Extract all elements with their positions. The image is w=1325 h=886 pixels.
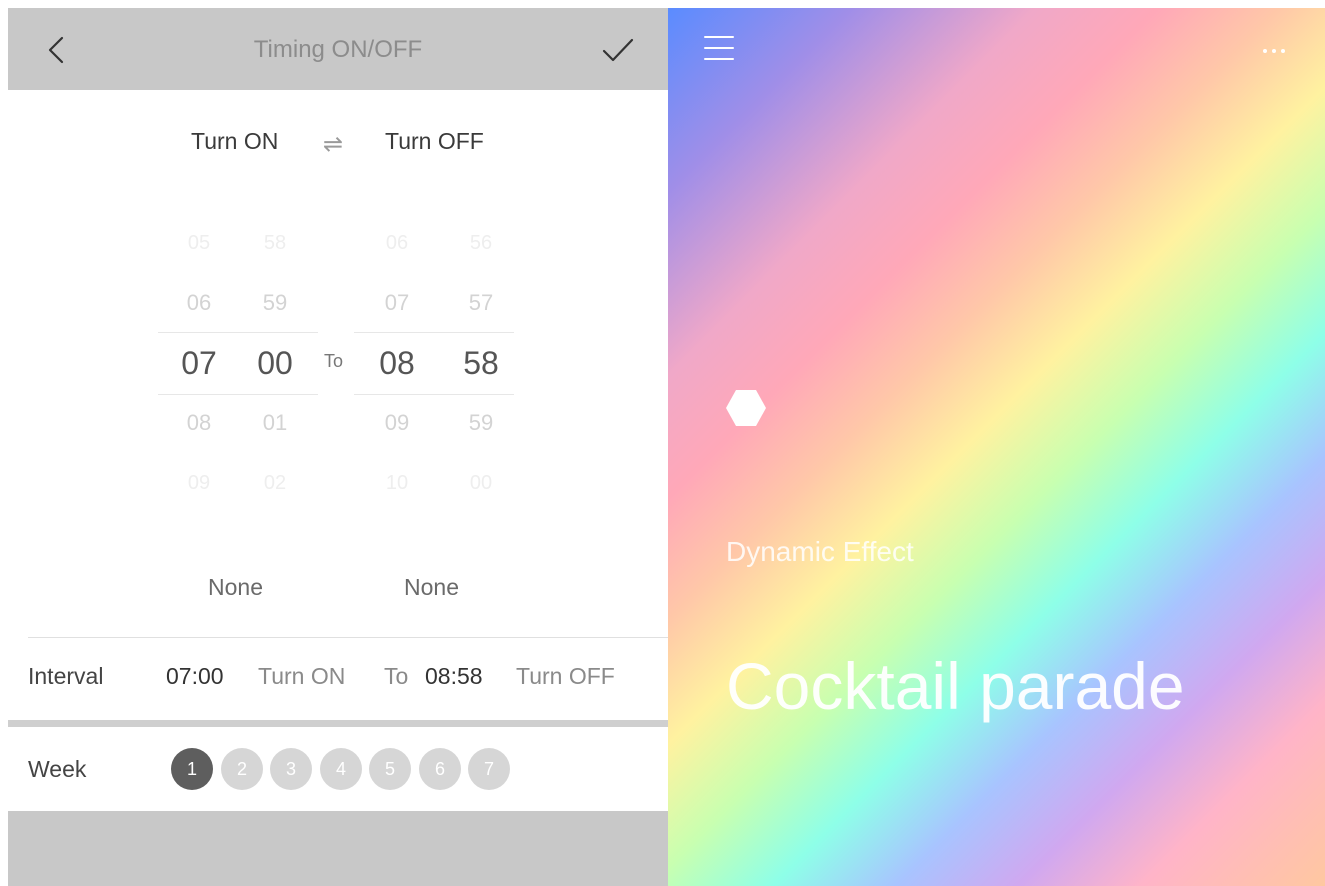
off-hour-option: 09 bbox=[384, 410, 410, 435]
picker-to-label: To bbox=[324, 351, 344, 371]
on-repeat-selector[interactable]: None bbox=[208, 574, 263, 601]
turn-off-tab[interactable]: Turn OFF bbox=[385, 128, 484, 155]
on-hour-wheel[interactable]: 05 06 07 08 09 bbox=[164, 213, 234, 513]
hexagon-icon bbox=[726, 390, 766, 426]
off-hour-selected: 08 bbox=[379, 345, 415, 381]
timer-panel: Timing ON/OFF Turn ON ⇌ Turn OFF 05 06 0… bbox=[8, 8, 668, 886]
day-4-toggle[interactable]: 4 bbox=[320, 748, 362, 790]
on-hour-selected: 07 bbox=[181, 345, 217, 381]
divider bbox=[28, 637, 668, 638]
more-options-icon[interactable] bbox=[1263, 40, 1303, 53]
off-minute-selected: 58 bbox=[463, 345, 499, 381]
effect-name: Cocktail parade bbox=[726, 649, 1185, 723]
swap-arrows-icon[interactable]: ⇌ bbox=[323, 130, 343, 159]
checkmark-icon bbox=[602, 38, 634, 62]
on-minute-option: 01 bbox=[262, 410, 288, 435]
day-3-toggle[interactable]: 3 bbox=[270, 748, 312, 790]
day-5-toggle[interactable]: 5 bbox=[369, 748, 411, 790]
on-hour-option: 09 bbox=[187, 472, 211, 494]
off-hour-option: 06 bbox=[385, 232, 409, 254]
off-minute-option: 59 bbox=[468, 410, 494, 435]
interval-label: Interval bbox=[28, 663, 104, 689]
day-6-toggle[interactable]: 6 bbox=[419, 748, 461, 790]
on-minute-wheel[interactable]: 58 59 00 01 02 bbox=[240, 213, 310, 513]
menu-icon-line bbox=[704, 36, 734, 38]
page-title: Timing ON/OFF bbox=[253, 36, 423, 63]
bottom-bar bbox=[8, 811, 668, 886]
interval-start-action: Turn ON bbox=[258, 663, 346, 689]
on-hour-option: 05 bbox=[187, 232, 211, 254]
interval-end-action: Turn OFF bbox=[516, 663, 615, 689]
section-divider bbox=[8, 720, 668, 727]
menu-icon-line bbox=[704, 58, 734, 60]
interval-end-time: 08:58 bbox=[425, 663, 483, 689]
week-selector: Week 1 2 3 4 5 6 7 bbox=[8, 748, 668, 792]
on-minute-option: 59 bbox=[262, 290, 288, 315]
off-hour-option: 10 bbox=[385, 472, 409, 494]
off-repeat-selector[interactable]: None bbox=[404, 574, 459, 601]
effect-category: Dynamic Effect bbox=[726, 536, 914, 567]
off-minute-option: 56 bbox=[469, 232, 493, 254]
off-minute-option: 00 bbox=[469, 472, 493, 494]
off-hour-option: 07 bbox=[384, 290, 410, 315]
menu-icon-line bbox=[704, 47, 734, 49]
interval-to: To bbox=[384, 663, 409, 689]
mode-switch: Turn ON ⇌ Turn OFF bbox=[8, 128, 668, 168]
on-minute-option: 58 bbox=[263, 232, 287, 254]
week-label: Week bbox=[28, 756, 87, 782]
on-hour-option: 06 bbox=[186, 290, 212, 315]
on-hour-option: 08 bbox=[186, 410, 212, 435]
off-hour-wheel[interactable]: 06 07 08 09 10 bbox=[362, 213, 432, 513]
day-2-toggle[interactable]: 2 bbox=[221, 748, 263, 790]
on-minute-selected: 00 bbox=[257, 345, 293, 381]
turn-on-tab[interactable]: Turn ON bbox=[191, 128, 278, 155]
menu-icon[interactable] bbox=[704, 36, 734, 62]
off-minute-option: 57 bbox=[468, 290, 494, 315]
more-dot bbox=[1281, 49, 1285, 53]
day-1-toggle[interactable]: 1 bbox=[171, 748, 213, 790]
day-7-toggle[interactable]: 7 bbox=[468, 748, 510, 790]
top-bar: Timing ON/OFF bbox=[8, 8, 668, 90]
interval-start-time: 07:00 bbox=[166, 663, 224, 689]
confirm-button[interactable] bbox=[598, 30, 638, 70]
interval-summary: Interval 07:00 Turn ON To 08:58 Turn OFF bbox=[8, 663, 668, 703]
more-dot bbox=[1272, 49, 1276, 53]
more-dot bbox=[1263, 49, 1267, 53]
effect-preview-panel: Dynamic Effect Cocktail parade bbox=[668, 8, 1325, 886]
off-minute-wheel[interactable]: 56 57 58 59 00 bbox=[446, 213, 516, 513]
on-minute-option: 02 bbox=[263, 472, 287, 494]
